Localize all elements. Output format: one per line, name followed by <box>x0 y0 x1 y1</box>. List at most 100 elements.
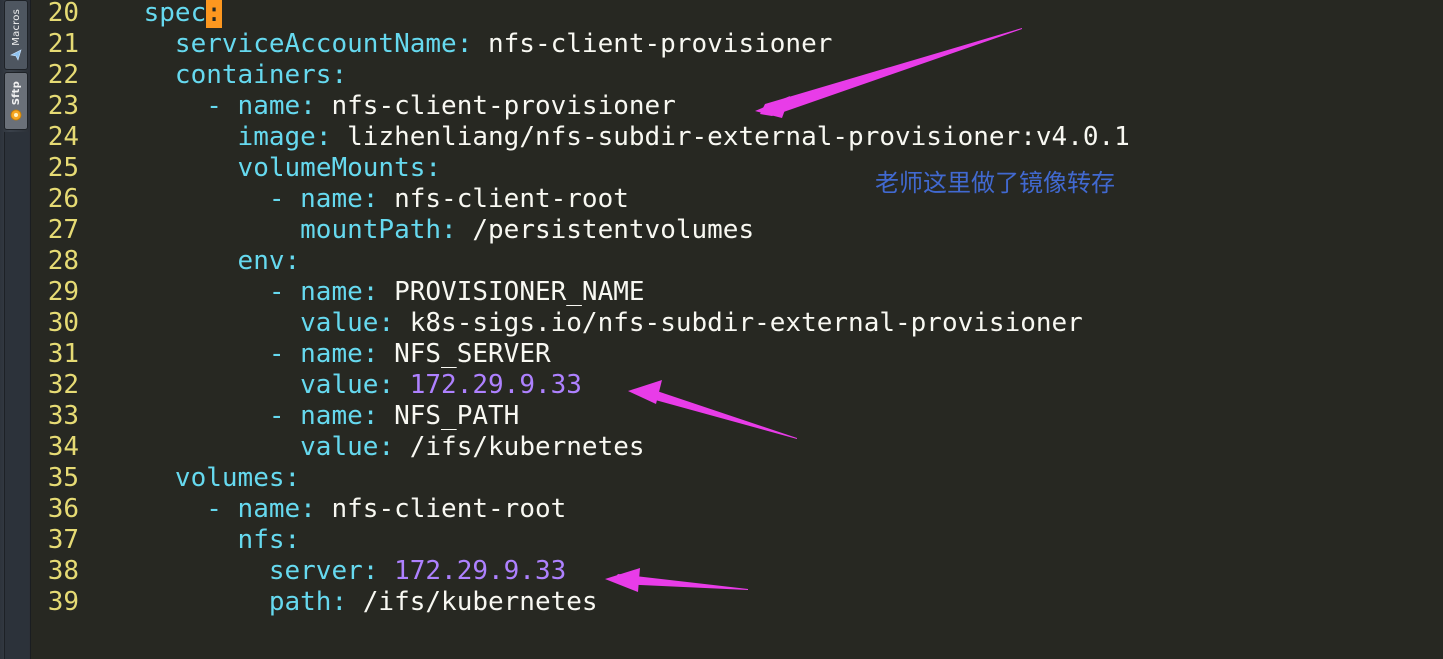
code-line: 32 value: 172.29.9.33 <box>31 370 582 401</box>
yaml-colon: : <box>331 587 348 617</box>
line-number: 34 <box>47 432 79 462</box>
line-number: 26 <box>47 184 79 214</box>
yaml-key: containers <box>174 60 332 90</box>
line-content: spec: <box>81 0 222 28</box>
annotation-note: 老师这里做了镜像转存 <box>875 169 1115 197</box>
line-content: server: 172.29.9.33 <box>81 556 566 586</box>
code-line: 38 server: 172.29.9.33 <box>31 556 567 587</box>
yaml-value: NFS_PATH <box>378 401 520 431</box>
yaml-colon: : <box>378 432 395 462</box>
yaml-key: name <box>237 494 301 524</box>
line-number: 38 <box>47 556 79 586</box>
line-content: - name: nfs-client-provisioner <box>81 91 676 121</box>
yaml-colon: : <box>362 401 379 431</box>
yaml-value: lizhenliang/nfs-subdir-external-provisio… <box>331 122 1130 152</box>
yaml-key: path <box>268 587 332 617</box>
line-number: 35 <box>47 463 79 493</box>
yaml-value: 172.29.9.33 <box>378 556 567 586</box>
line-number: 36 <box>47 494 79 524</box>
line-number: 32 <box>47 370 79 400</box>
yaml-key: nfs <box>237 525 285 555</box>
yaml-key: value <box>300 432 379 462</box>
list-dash: - <box>206 494 238 524</box>
line-number: 29 <box>47 277 79 307</box>
yaml-key: serviceAccountName <box>174 29 457 59</box>
list-dash: - <box>268 184 301 214</box>
yaml-colon: : <box>300 91 316 121</box>
line-content: - name: NFS_PATH <box>81 401 519 431</box>
code-line: 30 value: k8s-sigs.io/nfs-subdir-externa… <box>31 308 1083 339</box>
yaml-colon: : <box>425 153 442 183</box>
line-content: image: lizhenliang/nfs-subdir-external-p… <box>81 122 1130 152</box>
terminal-window: Macros Sftp 20 spec: 21 serviceAccountNam… <box>0 0 1443 659</box>
yaml-colon: : <box>441 215 457 245</box>
code-editor[interactable]: 20 spec: 21 serviceAccountName: nfs-clien… <box>31 0 1443 659</box>
yaml-value: nfs-client-root <box>315 494 567 524</box>
yaml-key: name <box>300 401 363 431</box>
yaml-colon: : <box>378 370 395 400</box>
line-content: - name: PROVISIONER_NAME <box>81 277 645 307</box>
yaml-value: NFS_SERVER <box>378 339 551 369</box>
yaml-colon: : <box>362 339 379 369</box>
code-line: 31 - name: NFS_SERVER <box>31 339 551 370</box>
line-content: - name: nfs-client-root <box>81 184 629 214</box>
line-number: 37 <box>47 525 79 555</box>
yaml-value: k8s-sigs.io/nfs-subdir-external-provisio… <box>394 308 1083 338</box>
yaml-colon: : <box>362 277 379 307</box>
yaml-colon: : <box>456 29 473 59</box>
yaml-key: image <box>237 122 316 152</box>
list-dash: - <box>268 339 301 369</box>
line-content: serviceAccountName: nfs-client-provision… <box>81 29 832 59</box>
line-number: 33 <box>47 401 79 431</box>
code-line: 26 - name: nfs-client-root <box>31 184 629 215</box>
line-number: 28 <box>47 246 79 276</box>
code-line: 22 containers: <box>31 60 347 91</box>
yaml-value: /persistentvolumes <box>456 215 755 245</box>
code-line: 33 - name: NFS_PATH <box>31 401 520 432</box>
line-number: 21 <box>47 29 79 59</box>
code-line: 25 volumeMounts: <box>31 153 441 184</box>
yaml-key: name <box>300 339 363 369</box>
line-content: volumes: <box>81 463 300 493</box>
code-line: 24 image: lizhenliang/nfs-subdir-externa… <box>31 122 1130 153</box>
code-line: 29 - name: PROVISIONER_NAME <box>31 277 645 308</box>
line-number: 20 <box>47 0 79 28</box>
list-dash: - <box>268 401 301 431</box>
yaml-colon: : <box>284 525 301 555</box>
code-line: 36 - name: nfs-client-root <box>31 494 567 525</box>
line-number: 30 <box>47 308 79 338</box>
yaml-value: PROVISIONER_NAME <box>378 277 645 307</box>
line-number: 27 <box>47 215 79 245</box>
yaml-value: nfs-client-root <box>378 184 629 214</box>
code-line: 35 volumes: <box>31 463 300 494</box>
line-number: 23 <box>47 91 79 121</box>
yaml-value: 172.29.9.33 <box>394 370 582 400</box>
yaml-colon: : <box>284 246 301 276</box>
yaml-key: volumes <box>174 463 285 493</box>
line-content: value: /ifs/kubernetes <box>81 432 645 462</box>
yaml-key: name <box>300 277 363 307</box>
list-dash: - <box>268 277 301 307</box>
yaml-value: /ifs/kubernetes <box>394 432 645 462</box>
code-line: 28 env: <box>31 246 300 277</box>
line-content: nfs: <box>81 525 301 555</box>
yaml-value: nfs-client-provisioner <box>472 29 833 59</box>
